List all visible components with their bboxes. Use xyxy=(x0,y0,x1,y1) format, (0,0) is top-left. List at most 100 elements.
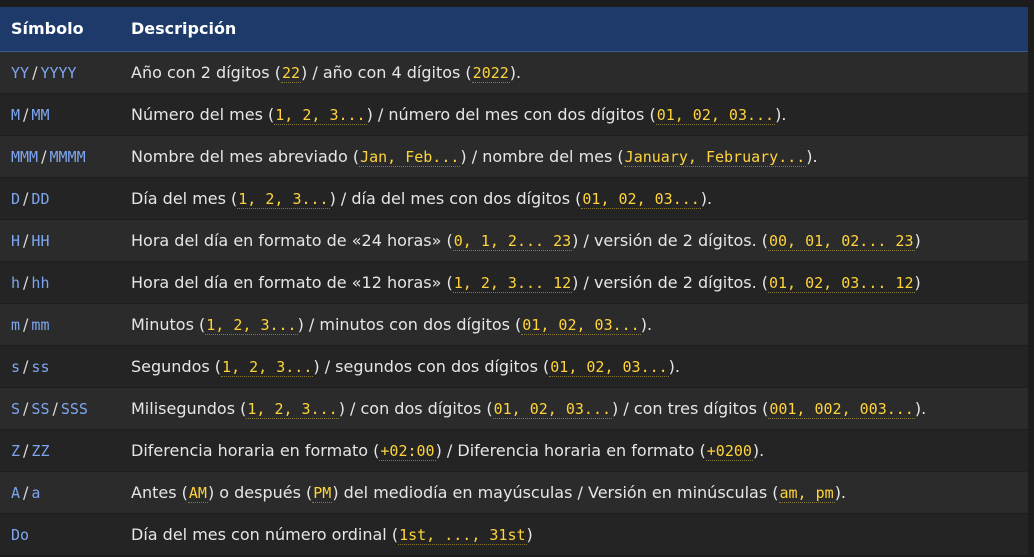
description-cell: Día del mes (1, 2, 3...) / día del mes c… xyxy=(120,176,1028,219)
format-token: HH xyxy=(31,231,50,250)
example-value: 1, 2, 3... xyxy=(221,357,314,377)
example-value: 1st, ..., 31st xyxy=(398,525,527,545)
symbol-cell: S / SS / SSS xyxy=(0,386,120,429)
example-value: 2022 xyxy=(471,63,510,83)
table-row: H / HH Hora del día en formato de «24 horas… xyxy=(0,218,1028,261)
example-value: AM xyxy=(187,483,208,503)
description-text: ) / versión de 2 dígitos. ( xyxy=(572,272,768,292)
example-value: 00, 01, 02... 23 xyxy=(768,231,915,251)
format-token: MMMM xyxy=(49,147,86,166)
description-text: Hora del día en formato de «12 horas» ( xyxy=(131,272,453,292)
symbol-separator: / xyxy=(32,62,38,82)
symbol-cell: D / DD xyxy=(0,176,120,219)
description-text: Milisegundos ( xyxy=(131,398,247,418)
description-text: ) xyxy=(914,272,921,292)
date-format-table: Símbolo Descripción YY / YYYY Año con 2 díg… xyxy=(0,7,1028,555)
table-row: A / a Antes (AM) o después (PM) del mediodí… xyxy=(0,470,1028,513)
description-cell: Día del mes con número ordinal (1st, ...… xyxy=(120,512,1028,555)
description-cell: Diferencia horaria en formato (+02:00) /… xyxy=(120,428,1028,471)
table-row: MMM / MMMM Nombre del mes abreviado (Jan, F… xyxy=(0,134,1028,177)
table-row: M / MM Número del mes (1, 2, 3...) / número… xyxy=(0,92,1028,135)
example-value: 1, 2, 3... xyxy=(237,189,330,209)
description-text: ). xyxy=(509,62,522,82)
example-value: am, pm xyxy=(778,483,835,503)
symbol-cell: Z / ZZ xyxy=(0,428,120,471)
example-value: 01, 02, 03... xyxy=(655,105,776,125)
symbol-separator: / xyxy=(23,188,29,208)
example-value: +02:00 xyxy=(379,441,436,461)
symbol-cell: H / HH xyxy=(0,218,120,261)
symbol-separator: / xyxy=(23,104,29,124)
example-value: 1, 2, 3... xyxy=(246,399,339,419)
format-token: YY xyxy=(11,63,30,82)
table-row: YY / YYYY Año con 2 dígitos (22) / año con … xyxy=(0,50,1028,93)
description-text: ) / con dos dígitos ( xyxy=(338,398,493,418)
format-token: hh xyxy=(31,273,50,292)
example-value: 001, 002, 003... xyxy=(768,399,915,419)
description-text: ) / minutos con dos dígitos ( xyxy=(297,314,522,334)
description-text: ) / número del mes con dos dígitos ( xyxy=(366,104,656,124)
format-token: DD xyxy=(31,189,50,208)
symbol-separator: / xyxy=(23,482,29,502)
symbol-cell: A / a xyxy=(0,470,120,513)
format-token: SSS xyxy=(60,399,88,418)
example-value: 01, 02, 03... xyxy=(521,315,641,335)
description-cell: Hora del día en formato de «12 horas» (1… xyxy=(120,260,1028,303)
example-value: 1, 2, 3... xyxy=(274,105,367,125)
description-cell: Minutos (1, 2, 3...) / minutos con dos d… xyxy=(120,302,1028,345)
example-value: 01, 02, 03... 12 xyxy=(768,273,915,293)
table-row: Do Día del mes con número ordinal (1st, .… xyxy=(0,512,1028,555)
table-row: h / hh Hora del día en formato de «12 horas… xyxy=(0,260,1028,303)
symbol-separator: / xyxy=(23,440,29,460)
symbol-cell: h / hh xyxy=(0,260,120,303)
example-value: January, February... xyxy=(623,147,807,167)
description-text: ) del mediodía en mayúsculas / Versión e… xyxy=(332,482,779,502)
description-text: ) / Diferencia horaria en formato ( xyxy=(435,440,706,460)
format-token: A xyxy=(11,483,21,502)
description-text: Nombre del mes abreviado ( xyxy=(131,146,360,166)
format-token: ZZ xyxy=(31,441,50,460)
description-text: ). xyxy=(806,146,818,166)
description-text: Diferencia horaria en formato ( xyxy=(131,440,380,460)
format-token: D xyxy=(11,189,21,208)
description-text: ) o después ( xyxy=(207,482,313,502)
description-text: Día del mes con número ordinal ( xyxy=(131,524,399,544)
description-text: ). xyxy=(752,440,765,460)
description-text: ) / versión de 2 dígitos. ( xyxy=(572,230,768,250)
description-text: Número del mes ( xyxy=(131,104,275,124)
description-text: ). xyxy=(700,188,713,208)
symbol-cell: m / mm xyxy=(0,302,120,345)
example-value: 1, 2, 3... xyxy=(205,315,298,335)
description-text: Segundos ( xyxy=(131,356,222,376)
symbol-cell: YY / YYYY xyxy=(0,50,120,93)
description-text: ) / año con 4 dígitos ( xyxy=(301,62,472,82)
format-token: YYYY xyxy=(40,63,77,82)
description-text: ). xyxy=(640,314,653,334)
example-value: 01, 02, 03... xyxy=(492,399,613,419)
format-token: M xyxy=(11,105,21,124)
format-token: MM xyxy=(31,105,50,124)
description-cell: Hora del día en formato de «24 horas» ( 0… xyxy=(120,218,1028,261)
description-text: Minutos ( xyxy=(131,314,206,334)
description-text: ) / nombre del mes ( xyxy=(460,146,624,166)
description-text: Antes ( xyxy=(131,482,188,502)
symbol-cell: s / ss xyxy=(0,344,120,387)
table-row: D / DD Día del mes (1, 2, 3...) / día del m… xyxy=(0,176,1028,219)
description-cell: Segundos (1, 2, 3...) / segundos con dos… xyxy=(120,344,1028,387)
description-text: Hora del día en formato de «24 horas» ( xyxy=(131,230,453,250)
description-text: ) / con tres dígitos ( xyxy=(612,398,769,418)
description-text: ) xyxy=(526,524,533,544)
symbol-cell: Do xyxy=(0,512,120,555)
date-format-table-container: Símbolo Descripción YY / YYYY Año con 2 díg… xyxy=(0,7,1028,555)
table-row: s / ss Segundos (1, 2, 3...) / segundos con… xyxy=(0,344,1028,387)
symbol-separator: / xyxy=(23,356,29,376)
format-token: H xyxy=(11,231,21,250)
description-cell: Año con 2 dígitos (22) / año con 4 dígit… xyxy=(120,50,1028,93)
format-token: m xyxy=(11,315,21,334)
symbol-separator: / xyxy=(23,272,29,292)
example-value: 22 xyxy=(280,63,302,83)
format-token: s xyxy=(11,357,21,376)
symbol-separator: / xyxy=(23,230,29,250)
symbol-cell: MMM / MMMM xyxy=(0,134,120,177)
symbol-separator: / xyxy=(23,398,29,418)
